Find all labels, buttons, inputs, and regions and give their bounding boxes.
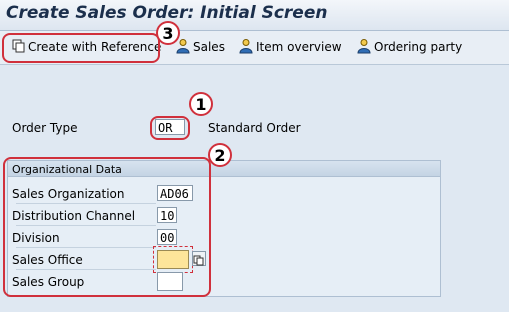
window-title: Create Sales Order: Initial Screen bbox=[6, 3, 328, 23]
person-icon bbox=[238, 38, 254, 57]
annotation-number-1: 1 bbox=[189, 92, 213, 116]
sales-label: Sales bbox=[193, 40, 225, 54]
person-icon bbox=[356, 38, 372, 57]
ordering-party-button[interactable]: Ordering party bbox=[356, 37, 462, 57]
annotation-box-1 bbox=[150, 116, 190, 140]
order-type-label: Order Type bbox=[12, 121, 78, 135]
annotation-number-3: 3 bbox=[156, 21, 180, 45]
sales-button[interactable]: Sales bbox=[175, 37, 225, 57]
title-bar: Create Sales Order: Initial Screen bbox=[0, 0, 509, 31]
ordering-party-label: Ordering party bbox=[374, 40, 463, 54]
annotation-box-2 bbox=[3, 157, 211, 297]
annotation-box-3 bbox=[2, 33, 160, 63]
item-overview-button[interactable]: Item overview bbox=[238, 37, 342, 57]
item-overview-label: Item overview bbox=[256, 40, 342, 54]
order-type-description: Standard Order bbox=[208, 121, 301, 135]
annotation-number-2: 2 bbox=[208, 143, 232, 167]
